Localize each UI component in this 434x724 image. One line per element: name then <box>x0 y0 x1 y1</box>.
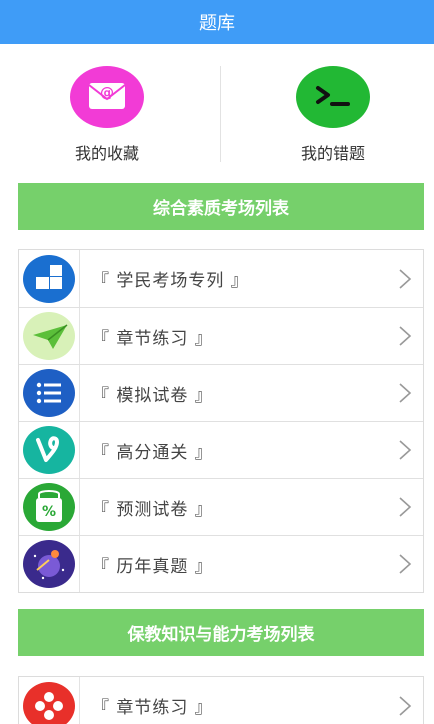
list-item[interactable]: 『 章节练习 』 <box>19 307 423 364</box>
mistakes-button[interactable]: 我的错题 <box>253 66 413 164</box>
section-title: 综合素质考场列表 <box>153 199 289 219</box>
blocks-icon <box>23 254 75 303</box>
terminal-icon <box>296 66 370 128</box>
galaxy-icon <box>23 540 75 588</box>
chevron-right-icon <box>387 695 423 717</box>
list-item[interactable]: % 『 预测试卷 』 <box>19 478 423 535</box>
mail-icon: @ <box>70 66 144 128</box>
title-bar: 题库 <box>0 0 434 44</box>
list-item[interactable]: 『 高分通关 』 <box>19 421 423 478</box>
list-item-label: 『 模拟试卷 』 <box>92 385 213 406</box>
chevron-right-icon <box>387 382 423 404</box>
section-header-comprehensive: 综合素质考场列表 <box>18 183 424 230</box>
exam-list-knowledge: 『 章节练习 』 <box>18 676 424 724</box>
list-item[interactable]: 『 模拟试卷 』 <box>19 364 423 421</box>
chevron-right-icon <box>387 325 423 347</box>
list-item[interactable]: 『 章节练习 』 <box>19 677 423 724</box>
list-item-label: 『 章节练习 』 <box>92 328 213 349</box>
exam-list-comprehensive: 『 学民考场专列 』 『 章节练习 』 『 模拟试卷 』 『 高分通关 』 % … <box>18 249 424 593</box>
list-item-label: 『 章节练习 』 <box>92 698 213 718</box>
list-icon <box>23 369 75 417</box>
chevron-right-icon <box>387 496 423 518</box>
v-logo-icon <box>23 426 75 474</box>
divider <box>220 66 221 162</box>
favorites-button[interactable]: @ 我的收藏 <box>27 66 187 164</box>
page-title: 题库 <box>199 13 235 34</box>
mistakes-label: 我的错题 <box>300 144 365 163</box>
svg-text:@: @ <box>100 85 114 101</box>
quick-access: @ 我的收藏 我的错题 <box>0 44 434 180</box>
svg-text:%: % <box>42 504 56 520</box>
chevron-right-icon <box>387 268 423 290</box>
list-item-label: 『 学民考场专列 』 <box>92 271 249 291</box>
list-item[interactable]: 『 学民考场专列 』 <box>19 250 423 307</box>
chevron-right-icon <box>387 439 423 461</box>
list-item[interactable]: 『 历年真题 』 <box>19 535 423 592</box>
shopping-bag-icon: % <box>23 483 75 531</box>
section-title: 保教知识与能力考场列表 <box>127 625 315 645</box>
chevron-right-icon <box>387 553 423 575</box>
list-item-label: 『 历年真题 』 <box>92 556 213 577</box>
section-header-knowledge: 保教知识与能力考场列表 <box>18 609 424 656</box>
list-item-label: 『 预测试卷 』 <box>92 499 213 520</box>
flower-icon <box>23 681 75 724</box>
favorites-label: 我的收藏 <box>74 144 139 163</box>
paper-plane-icon <box>23 312 75 360</box>
list-item-label: 『 高分通关 』 <box>92 442 213 463</box>
